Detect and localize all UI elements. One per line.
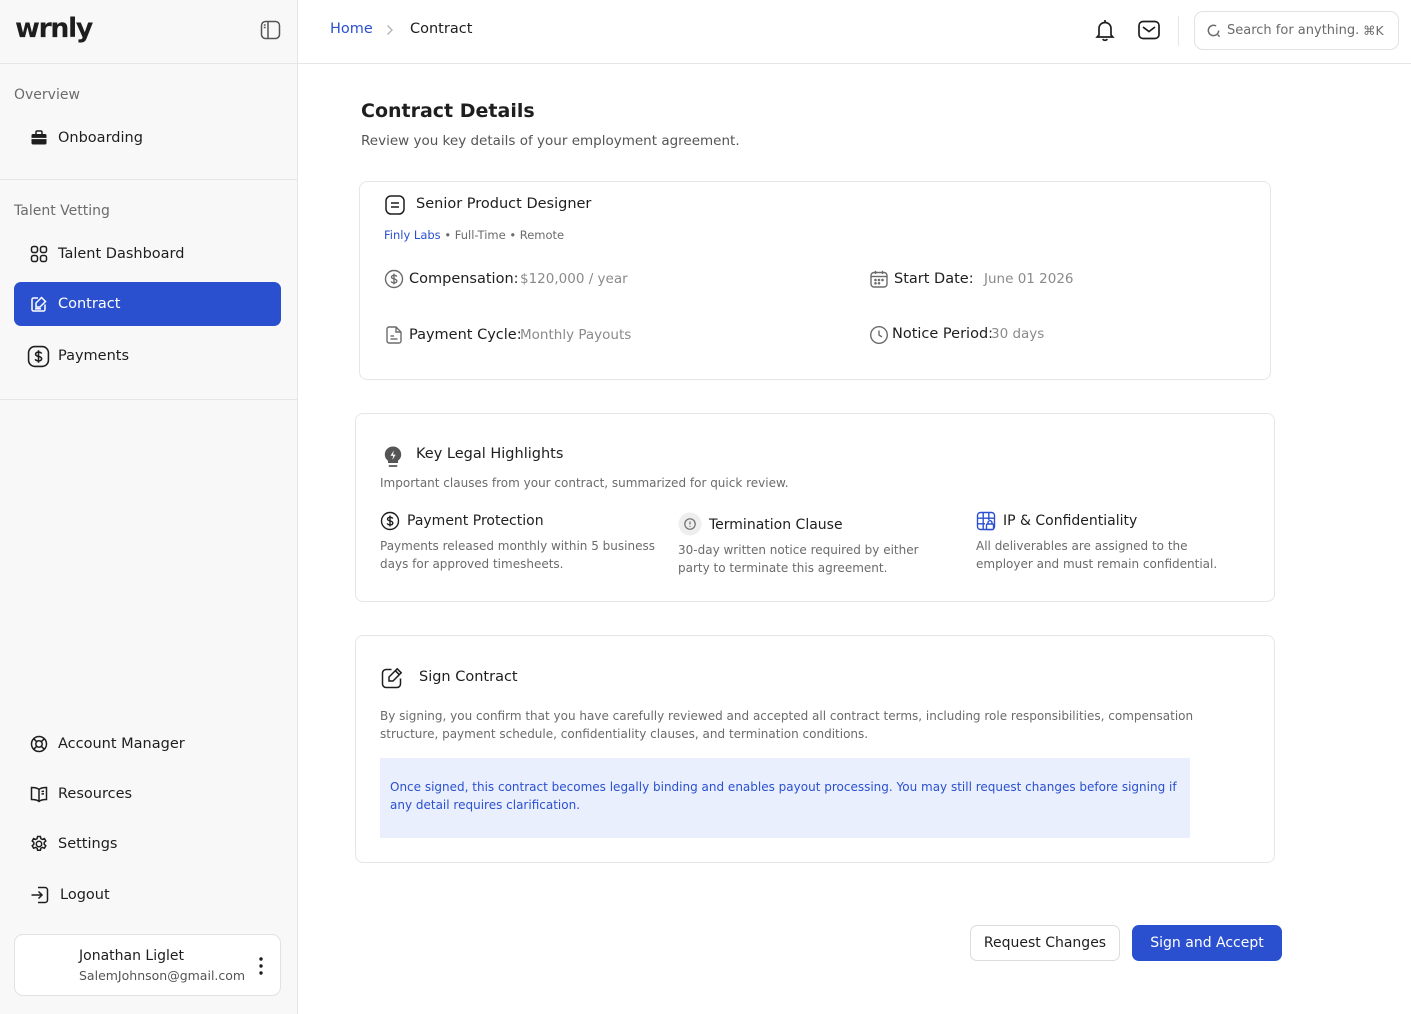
sidebar-item-payments[interactable]: Payments: [14, 334, 281, 378]
sidebar-item-label: Contract: [58, 296, 121, 312]
section-label-talent-vetting: Talent Vetting: [14, 203, 110, 219]
sidebar-item-label: Account Manager: [58, 736, 185, 752]
highlight-title: Payment Protection: [407, 513, 544, 529]
section-divider: [0, 399, 297, 400]
sidebar-item-resources[interactable]: Resources: [14, 772, 281, 816]
top-header: Home Contract ⌘K: [298, 0, 1411, 64]
chevron-right-icon: [384, 22, 396, 38]
user-card[interactable]: Jonathan Liglet SalemJohnson@gmail.com: [14, 934, 281, 996]
contract-icon: [31, 296, 47, 312]
payment-cycle-value: Monthly Payouts: [520, 327, 632, 343]
app-logo[interactable]: wrnly: [15, 13, 93, 44]
sidebar: wrnly Overview Onboarding Talent Vetting…: [0, 0, 298, 1014]
sidebar-item-contract[interactable]: Contract: [14, 282, 281, 326]
job-meta: Finly Labs • Full-Time • Remote: [384, 228, 564, 242]
gear-icon: [31, 835, 47, 852]
legal-highlights-card: Key Legal Highlights Important clauses f…: [355, 413, 1275, 602]
employment-type: • Full-Time • Remote: [444, 228, 565, 242]
sign-title: Sign Contract: [419, 669, 518, 685]
briefcase-icon: [31, 130, 47, 145]
sidebar-item-settings[interactable]: Settings: [14, 822, 281, 866]
section-label-overview: Overview: [14, 87, 80, 103]
more-vertical-icon[interactable]: [255, 955, 267, 977]
sign-and-accept-button[interactable]: Sign and Accept: [1132, 925, 1282, 961]
sidebar-item-label: Logout: [60, 887, 110, 903]
page-subtitle: Review you key details of your employmen…: [361, 133, 740, 149]
payment-cycle-label: Payment Cycle:: [409, 327, 522, 343]
logout-icon: [31, 886, 49, 904]
mail-icon[interactable]: [1137, 19, 1161, 41]
book-icon: [30, 786, 48, 803]
dollar-icon: [27, 345, 50, 367]
calendar-icon: [869, 269, 889, 289]
legal-description: Important clauses from your contract, su…: [380, 476, 789, 490]
company-name[interactable]: Finly Labs: [384, 228, 441, 242]
sidebar-item-label: Settings: [58, 836, 118, 852]
sidebar-item-label: Resources: [58, 786, 133, 802]
compensation-value: $120,000 / year: [520, 271, 628, 287]
dollar-icon: [384, 269, 404, 289]
sidebar-item-talent-dashboard[interactable]: Talent Dashboard: [14, 232, 281, 276]
sidebar-item-label: Talent Dashboard: [58, 246, 185, 262]
sidebar-item-onboarding[interactable]: Onboarding: [14, 116, 281, 160]
user-name: Jonathan Liglet: [79, 948, 184, 964]
legal-title: Key Legal Highlights: [416, 446, 564, 462]
clock-icon: [869, 325, 889, 345]
compensation-label: Compensation:: [409, 271, 519, 287]
sidebar-item-account-manager[interactable]: Account Manager: [14, 722, 281, 766]
search-box[interactable]: ⌘K: [1194, 11, 1399, 50]
notice-period-value: 30 days: [991, 326, 1045, 342]
grid-lock-icon: [976, 511, 996, 531]
notice-period-label: Notice Period:: [892, 326, 994, 342]
highlight-title: Termination Clause: [709, 517, 843, 533]
receipt-icon: [385, 325, 403, 345]
highlight-text: Payments released monthly within 5 busin…: [380, 539, 655, 571]
lightbulb-icon: [383, 445, 403, 469]
search-input[interactable]: [1227, 23, 1359, 38]
search-icon: [1207, 24, 1221, 38]
sidebar-item-logout[interactable]: Logout: [14, 873, 281, 917]
page-title: Contract Details: [361, 100, 535, 122]
sign-description: By signing, you confirm that you have ca…: [380, 709, 1194, 741]
logo-row: wrnly: [0, 0, 297, 64]
start-date-value: June 01 2026: [984, 271, 1074, 287]
document-icon: [384, 194, 406, 216]
sign-contract-card: Sign Contract By signing, you confirm th…: [355, 635, 1275, 863]
sidebar-toggle-icon[interactable]: [260, 20, 281, 40]
start-date-label: Start Date:: [894, 271, 974, 287]
lifebuoy-icon: [30, 735, 48, 753]
edit-icon: [380, 666, 404, 690]
user-email: SalemJohnson@gmail.com: [79, 968, 246, 983]
highlight-text: 30-day written notice required by either…: [678, 543, 919, 575]
bell-icon[interactable]: [1094, 18, 1116, 42]
breadcrumb-current: Contract: [410, 21, 473, 37]
header-divider: [1178, 16, 1179, 46]
job-title: Senior Product Designer: [416, 196, 592, 212]
search-shortcut: ⌘K: [1363, 23, 1384, 38]
sidebar-item-label: Payments: [58, 348, 130, 364]
sidebar-item-label: Onboarding: [58, 130, 143, 146]
highlight-text: All deliverables are assigned to the emp…: [976, 539, 1218, 571]
section-divider: [0, 179, 297, 180]
request-changes-button[interactable]: Request Changes: [970, 925, 1120, 961]
sign-notice: Once signed, this contract becomes legal…: [380, 758, 1190, 838]
dashboard-icon: [30, 245, 48, 263]
breadcrumb-home[interactable]: Home: [330, 21, 373, 37]
contract-summary-card: Senior Product Designer Finly Labs • Ful…: [359, 181, 1271, 380]
dollar-icon: [380, 511, 400, 531]
highlight-title: IP & Confidentiality: [1003, 513, 1138, 529]
alert-circle-icon: [678, 512, 702, 536]
